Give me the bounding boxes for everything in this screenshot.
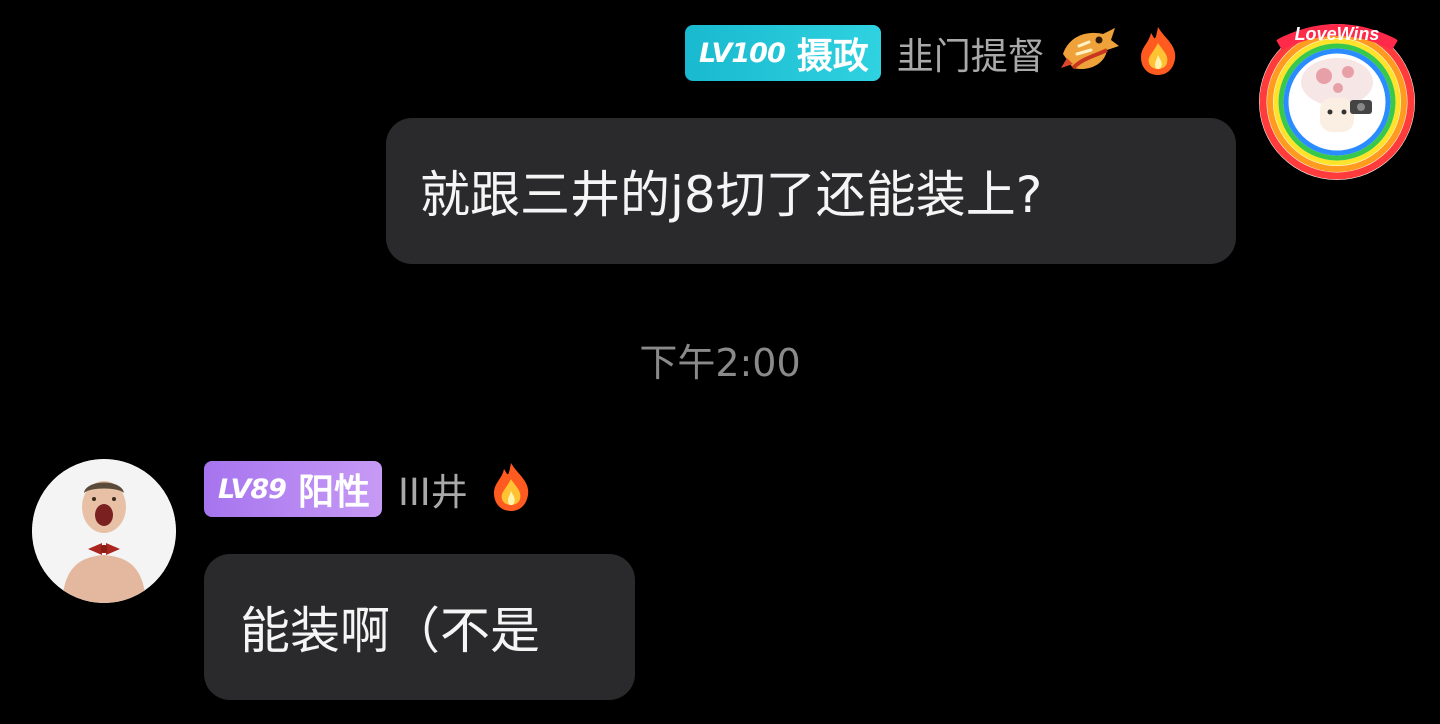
avatar[interactable]: LoveWins: [1254, 14, 1420, 182]
message-header-2: LV89 阳性 III井: [204, 460, 534, 518]
timestamp: 下午2:00: [639, 341, 801, 385]
avatar-logo-text: LoveWins: [1295, 24, 1380, 44]
username[interactable]: 韭门提督: [897, 26, 1045, 80]
fire-icon: [1135, 25, 1181, 81]
dragon-icon: [1059, 24, 1121, 82]
level-text: LV100: [699, 37, 786, 69]
level-badge[interactable]: LV89 阳性: [204, 461, 382, 517]
badge-title: 摄政: [796, 36, 869, 77]
level-badge[interactable]: LV100 摄政: [685, 25, 881, 81]
message-text: 就跟三井的j8切了还能装上?: [420, 166, 1043, 224]
message-bubble-1[interactable]: 就跟三井的j8切了还能装上?: [386, 118, 1236, 264]
message-header-1: LV100 摄政 韭门提督: [685, 24, 1181, 82]
badge-title: 阳性: [297, 472, 370, 513]
username[interactable]: III井: [398, 462, 468, 516]
message-text: 能装啊（不是: [240, 602, 540, 660]
message-bubble-2[interactable]: 能装啊（不是: [204, 554, 635, 700]
level-text: LV89: [218, 473, 287, 505]
fire-icon: [488, 461, 534, 517]
avatar[interactable]: [32, 459, 176, 603]
